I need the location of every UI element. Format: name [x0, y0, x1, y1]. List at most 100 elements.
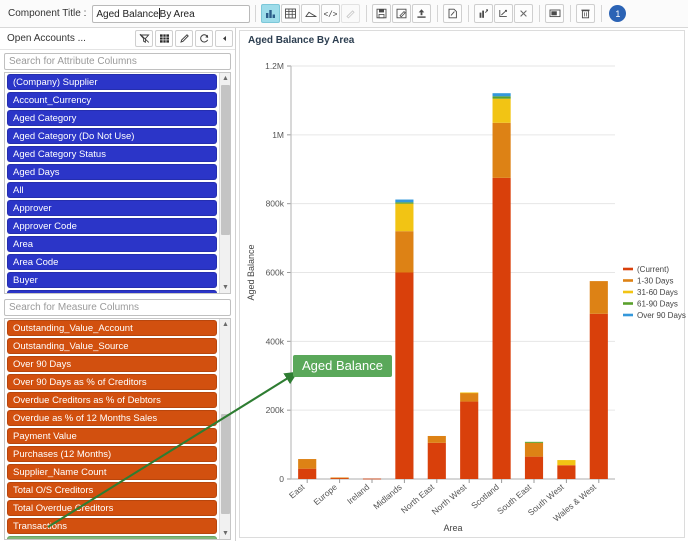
measure-column-pill[interactable]: Total O/S Creditors — [7, 482, 217, 498]
chart-bar-segment[interactable] — [492, 122, 511, 178]
attribute-column-pill[interactable]: All — [7, 182, 217, 198]
chart-bar-segment[interactable] — [330, 477, 349, 479]
attribute-column-pill[interactable]: Aged Category (Do Not Use) — [7, 128, 217, 144]
attribute-column-pill[interactable]: (Company) Supplier — [7, 74, 217, 90]
attribute-column-pill[interactable]: Area — [7, 236, 217, 252]
code-view-icon[interactable]: </> — [321, 4, 341, 23]
chart-bar-segment[interactable] — [589, 281, 608, 314]
column-picker-panel: Open Accounts ... Search for Attribute C… — [0, 28, 236, 541]
measure-search-input[interactable]: Search for Measure Columns — [4, 299, 231, 316]
chart-bar-segment[interactable] — [395, 272, 414, 480]
chart-bar-segment[interactable] — [395, 202, 414, 204]
save-icon[interactable] — [372, 4, 392, 23]
add-attribute-icon[interactable] — [494, 4, 514, 23]
measure-columns-list[interactable]: Outstanding_Value_Account Outstanding_Val… — [4, 318, 231, 540]
toolbar-separator-5 — [539, 5, 541, 22]
measure-column-pill[interactable]: Outstanding_Value_Source — [7, 338, 217, 354]
chart-bar-segment[interactable] — [492, 93, 511, 97]
chart-bar-segment[interactable] — [395, 203, 414, 232]
scrollbar-thumb[interactable] — [221, 414, 230, 514]
measure-list-scrollbar[interactable]: ▲ ▼ — [219, 319, 230, 539]
dataset-toolbar: Open Accounts ... — [0, 28, 235, 50]
attribute-column-pill[interactable]: Approver Code — [7, 218, 217, 234]
measure-column-pill[interactable]: Total Overdue Creditors — [7, 500, 217, 516]
attribute-column-pill[interactable]: Approver — [7, 200, 217, 216]
attribute-column-pill[interactable]: Aged Category — [7, 110, 217, 126]
legend-label[interactable]: Over 90 Days — [637, 311, 686, 320]
grid-icon[interactable] — [155, 30, 173, 47]
chart-bar-segment[interactable] — [492, 98, 511, 123]
dataset-title[interactable]: Open Accounts ... — [7, 33, 133, 44]
add-measure-icon[interactable] — [474, 4, 494, 23]
attribute-column-pill[interactable]: Buyer Code — [7, 290, 217, 293]
table-view-icon[interactable] — [281, 4, 301, 23]
remove-icon[interactable] — [514, 4, 534, 23]
legend-label[interactable]: (Current) — [637, 265, 669, 274]
measure-column-pill-selected[interactable]: Aged Balance — [7, 536, 217, 539]
measure-column-pill[interactable]: Over 90 Days — [7, 356, 217, 372]
measure-column-pill[interactable]: Overdue as % of 12 Months Sales — [7, 410, 217, 426]
measure-column-pill[interactable]: Purchases (12 Months) — [7, 446, 217, 462]
measure-column-pill[interactable]: Payment Value — [7, 428, 217, 444]
measure-column-pill[interactable]: Overdue Creditors as % of Debtors — [7, 392, 217, 408]
chart-plot-area[interactable]: 0 200k 400k 600k 800k 1M 1.2M East Europe Ireland… — [240, 31, 686, 539]
y-axis-tick-label: 600k — [266, 268, 285, 278]
chart-bar-segment[interactable] — [460, 401, 479, 479]
component-title-input[interactable]: Aged BalanceBy Area — [92, 4, 251, 23]
toolbar-separator-7 — [601, 5, 603, 22]
toolbar-separator-2 — [366, 5, 368, 22]
delete-icon[interactable] — [576, 4, 596, 23]
filter-icon[interactable] — [135, 30, 153, 47]
notification-badge[interactable]: 1 — [609, 5, 627, 22]
attribute-column-pill[interactable]: Buyer — [7, 272, 217, 288]
attribute-column-pill[interactable]: Aged Days — [7, 164, 217, 180]
legend-label[interactable]: 1-30 Days — [637, 277, 673, 286]
save-as-icon[interactable] — [392, 4, 412, 23]
scroll-down-icon[interactable]: ▼ — [220, 282, 230, 293]
chart-bar-segment[interactable] — [427, 435, 446, 443]
measure-column-pill[interactable]: Supplier_Name Count — [7, 464, 217, 480]
chart-bar-segment[interactable] — [298, 468, 317, 479]
attribute-search-input[interactable]: Search for Attribute Columns — [4, 53, 231, 70]
chart-svg: 0 200k 400k 600k 800k 1M 1.2M East Europe Ireland… — [246, 61, 686, 533]
chart-bar-segment[interactable] — [395, 231, 414, 273]
y-axis-title: Aged Balance — [246, 244, 256, 300]
chart-bar-segment[interactable] — [557, 460, 576, 466]
scroll-up-icon[interactable]: ▲ — [220, 319, 230, 330]
measure-column-pill[interactable]: Over 90 Days as % of Creditors — [7, 374, 217, 390]
bar-chart-view-icon[interactable] — [261, 4, 281, 23]
pencil-icon[interactable] — [175, 30, 193, 47]
chart-bar-segment[interactable] — [460, 392, 479, 402]
legend-label[interactable]: 61-90 Days — [637, 300, 678, 309]
scroll-up-icon[interactable]: ▲ — [220, 73, 230, 84]
chart-bar-segment[interactable] — [524, 442, 544, 457]
refresh-icon[interactable] — [195, 30, 213, 47]
attribute-column-pill[interactable]: Aged Category Status — [7, 146, 217, 162]
chart-bar-segment[interactable] — [557, 465, 576, 479]
chart-bar-segment[interactable] — [460, 392, 479, 394]
collapse-left-icon[interactable] — [215, 30, 233, 47]
attribute-columns-list[interactable]: (Company) Supplier Account_Currency Aged C… — [4, 72, 231, 294]
legend-label[interactable]: 31-60 Days — [637, 288, 678, 297]
scrollbar-thumb[interactable] — [221, 85, 230, 235]
chart-bar-segment[interactable] — [524, 441, 544, 443]
pen-document-icon[interactable] — [443, 4, 463, 23]
chart-bar-segment[interactable] — [492, 177, 511, 479]
measure-column-pill[interactable]: Outstanding_Value_Account — [7, 320, 217, 336]
y-axis-tick-label: 1M — [272, 130, 284, 140]
measure-column-pill[interactable]: Transactions — [7, 518, 217, 534]
attribute-list-scrollbar[interactable]: ▲ ▼ — [219, 73, 230, 293]
scroll-down-icon[interactable]: ▼ — [220, 528, 230, 539]
chart-bar-segment[interactable] — [298, 459, 317, 469]
chart-bar-segment[interactable] — [492, 96, 511, 99]
attribute-column-pill[interactable]: Account_Currency — [7, 92, 217, 108]
chart-card: Aged Balance By Area 0 200k 400k 600k 800k 1M… — [239, 30, 686, 539]
chart-bar-segment[interactable] — [589, 313, 608, 479]
chart-bar-segment[interactable] — [524, 456, 544, 479]
attribute-column-pill[interactable]: Area Code — [7, 254, 217, 270]
upload-icon[interactable] — [412, 4, 432, 23]
chart-bar-segment[interactable] — [395, 199, 414, 203]
chart-bar-segment[interactable] — [427, 442, 446, 479]
area-chart-view-icon[interactable] — [301, 4, 321, 23]
monitor-icon[interactable] — [545, 4, 565, 23]
